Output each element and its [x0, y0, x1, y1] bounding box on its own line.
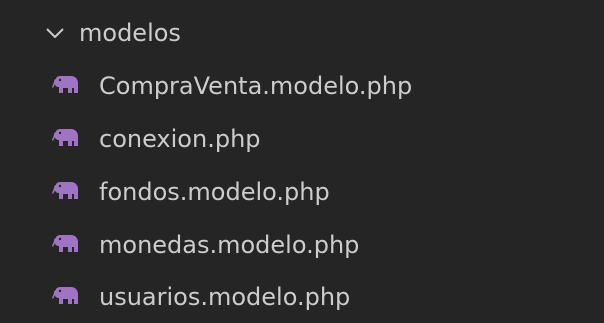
file-label: conexion.php: [99, 125, 261, 153]
file-item[interactable]: fondos.modelo.php: [0, 167, 604, 220]
file-label: fondos.modelo.php: [99, 178, 330, 206]
folder-row-modelos[interactable]: modelos: [0, 10, 604, 58]
file-item[interactable]: conexion.php: [0, 114, 604, 167]
file-label: usuarios.modelo.php: [99, 283, 351, 311]
chevron-down-icon[interactable]: [44, 25, 66, 41]
php-elephant-icon: [52, 182, 78, 199]
php-elephant-icon: [52, 287, 78, 304]
file-explorer: modelos CompraVenta.modelo.php conexion.…: [0, 0, 604, 323]
folder-label: modelos: [79, 19, 181, 47]
php-elephant-icon: [52, 76, 78, 93]
file-label: CompraVenta.modelo.php: [99, 72, 413, 100]
file-item[interactable]: monedas.modelo.php: [0, 220, 604, 273]
php-elephant-icon: [52, 129, 78, 146]
file-item[interactable]: usuarios.modelo.php: [0, 272, 604, 323]
php-elephant-icon: [52, 235, 78, 252]
file-item[interactable]: CompraVenta.modelo.php: [0, 61, 604, 114]
file-label: monedas.modelo.php: [99, 231, 360, 259]
